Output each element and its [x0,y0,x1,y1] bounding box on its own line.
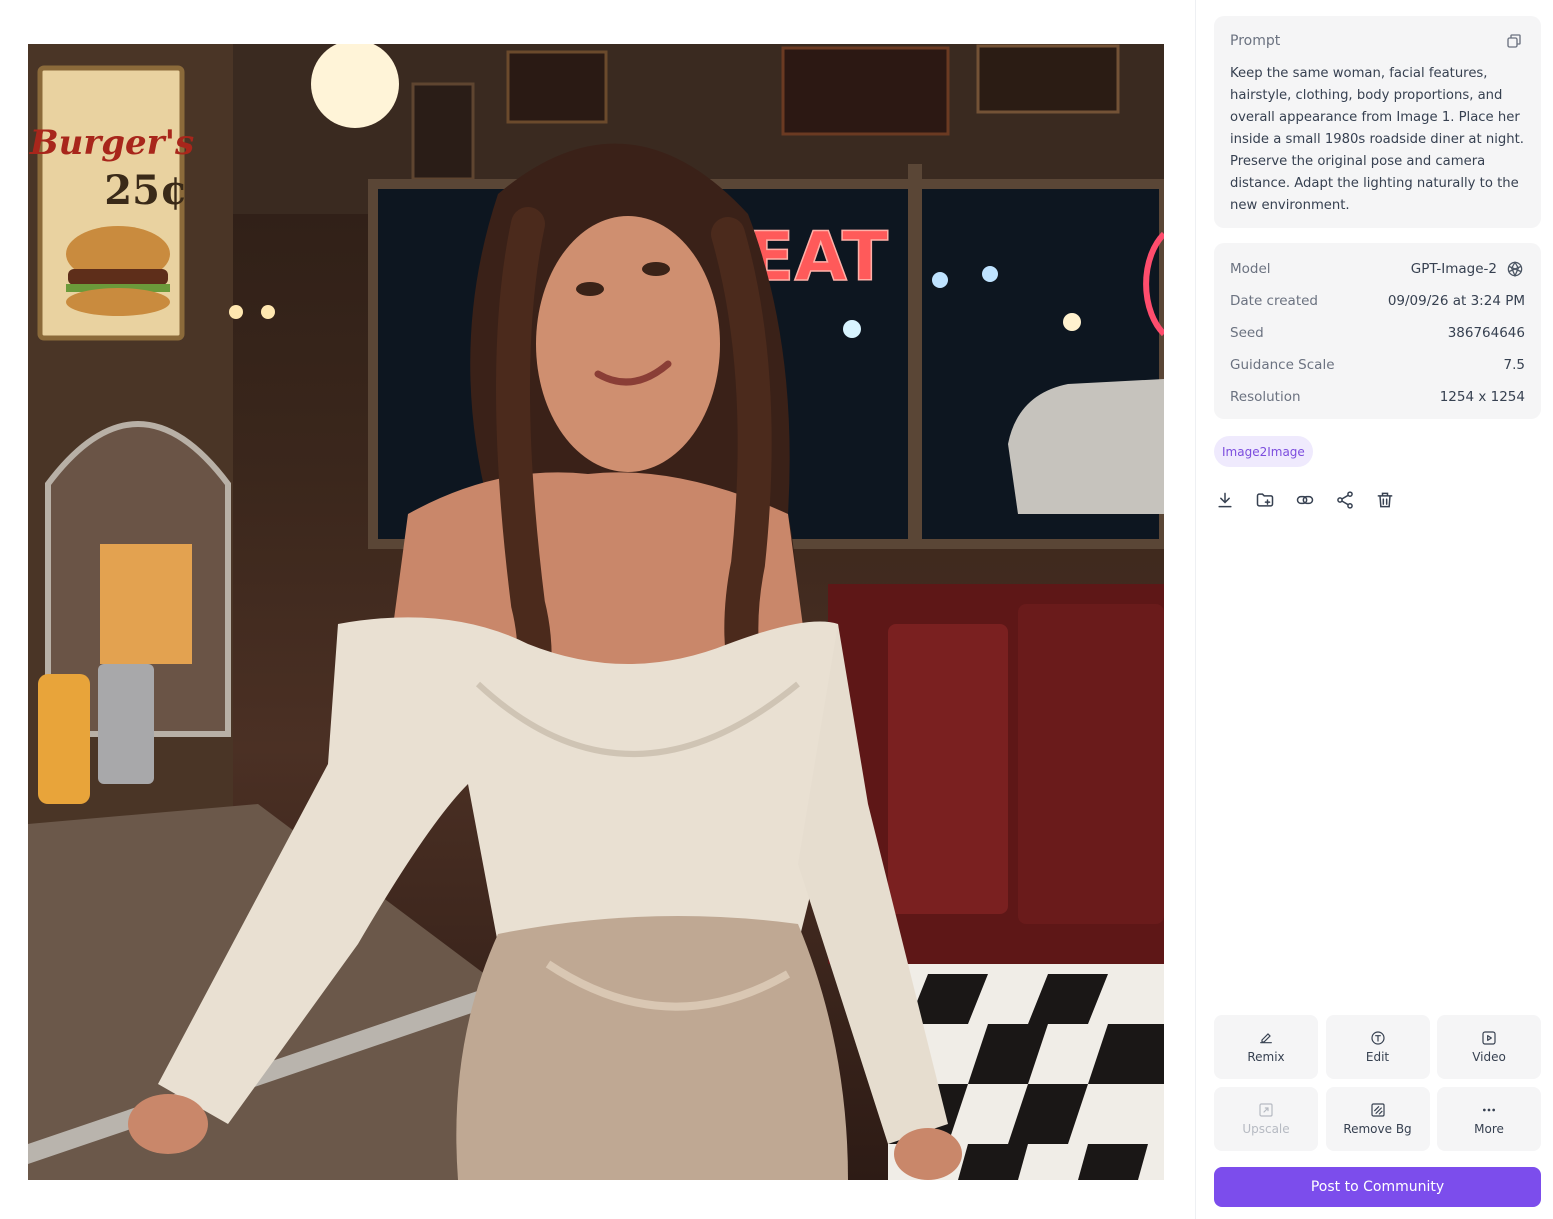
more-button[interactable]: More [1437,1087,1541,1151]
delete-button[interactable] [1374,488,1396,512]
add-to-folder-button[interactable] [1254,488,1276,512]
meta-value-guidance: 7.5 [1503,357,1525,373]
copy-prompt-button[interactable] [1503,30,1525,52]
trash-icon [1377,492,1393,508]
prompt-label: Prompt [1230,33,1281,49]
video-label: Video [1472,1050,1506,1064]
pendant-lamp [311,44,399,128]
remove-bg-icon [1370,1103,1385,1117]
meta-row-seed: Seed 386764646 [1230,317,1525,349]
upscale-icon [1259,1103,1273,1117]
burger-patty-icon [68,269,168,285]
remix-icon [1260,1033,1272,1044]
burger-sign-title: Burger's [29,123,194,163]
prompt-card: Prompt Keep the same woman, facial featu… [1214,16,1541,228]
burger-sign-price: 25¢ [104,167,188,214]
remove-bg-label: Remove Bg [1343,1122,1412,1136]
meta-key-model: Model [1230,261,1271,277]
wall-poster [976,44,1120,114]
action-icon-row [1214,488,1396,512]
face [536,216,720,472]
metadata-card: Model GPT-Image-2 Date created 09/09/26 … [1214,243,1541,419]
meta-key-seed: Seed [1230,325,1264,341]
meta-value-resolution: 1254 x 1254 [1439,389,1525,405]
post-to-community-button[interactable]: Post to Community [1214,1167,1541,1207]
tool-grid: Remix Edit Video Upscale Remove Bg More [1214,1015,1541,1151]
wall-poster [411,82,475,181]
openai-logo-icon [1505,259,1525,279]
edit-icon [1370,1031,1385,1045]
link-button[interactable] [1294,488,1316,512]
image-viewer: Burger's 25¢ EAT [0,0,1195,1219]
napkin-holder [98,664,154,784]
wall-poster [781,46,950,136]
meta-row-guidance: Guidance Scale 7.5 [1230,349,1525,381]
details-panel: Prompt Keep the same woman, facial featu… [1195,0,1553,1219]
add-to-folder-icon [1256,493,1274,507]
satin-skirt [456,916,848,1180]
share-button[interactable] [1334,488,1356,512]
video-button[interactable]: Video [1437,1015,1541,1079]
copy-icon [1507,34,1521,48]
generated-image[interactable]: Burger's 25¢ EAT [28,44,1164,1180]
meta-row-resolution: Resolution 1254 x 1254 [1230,381,1525,413]
edit-button[interactable]: Edit [1325,1015,1430,1079]
condiment-bottle [38,674,90,804]
meta-key-resolution: Resolution [1230,389,1301,405]
generated-image-illustration: Burger's 25¢ EAT [28,44,1164,1180]
meta-key-date: Date created [1230,293,1318,309]
video-icon [1482,1031,1496,1045]
meta-row-model: Model GPT-Image-2 [1230,253,1525,285]
prompt-text: Keep the same woman, facial features, ha… [1230,66,1524,213]
edit-label: Edit [1365,1050,1390,1064]
meta-value-model: GPT-Image-2 [1411,259,1525,279]
upscale-button[interactable]: Upscale [1214,1087,1318,1151]
more-label: More [1474,1122,1504,1136]
meta-row-date: Date created 09/09/26 at 3:24 PM [1230,285,1525,317]
share-icon [1337,491,1353,509]
model-name: GPT-Image-2 [1410,261,1497,277]
more-dots-icon [1483,1108,1495,1112]
remix-label: Remix [1247,1050,1285,1064]
meta-key-guidance: Guidance Scale [1230,357,1335,373]
download-button[interactable] [1214,488,1236,512]
download-icon [1218,492,1232,508]
link-icon [1296,495,1314,505]
meta-value-seed: 386764646 [1447,325,1525,341]
remove-bg-button[interactable]: Remove Bg [1325,1087,1430,1151]
remix-button[interactable]: Remix [1214,1015,1318,1079]
prompt-header: Prompt [1230,32,1525,50]
mode-tag[interactable]: Image2Image [1214,436,1313,467]
meta-value-date: 09/09/26 at 3:24 PM [1387,293,1525,309]
wall-poster [506,50,608,124]
upscale-label: Upscale [1242,1122,1290,1136]
